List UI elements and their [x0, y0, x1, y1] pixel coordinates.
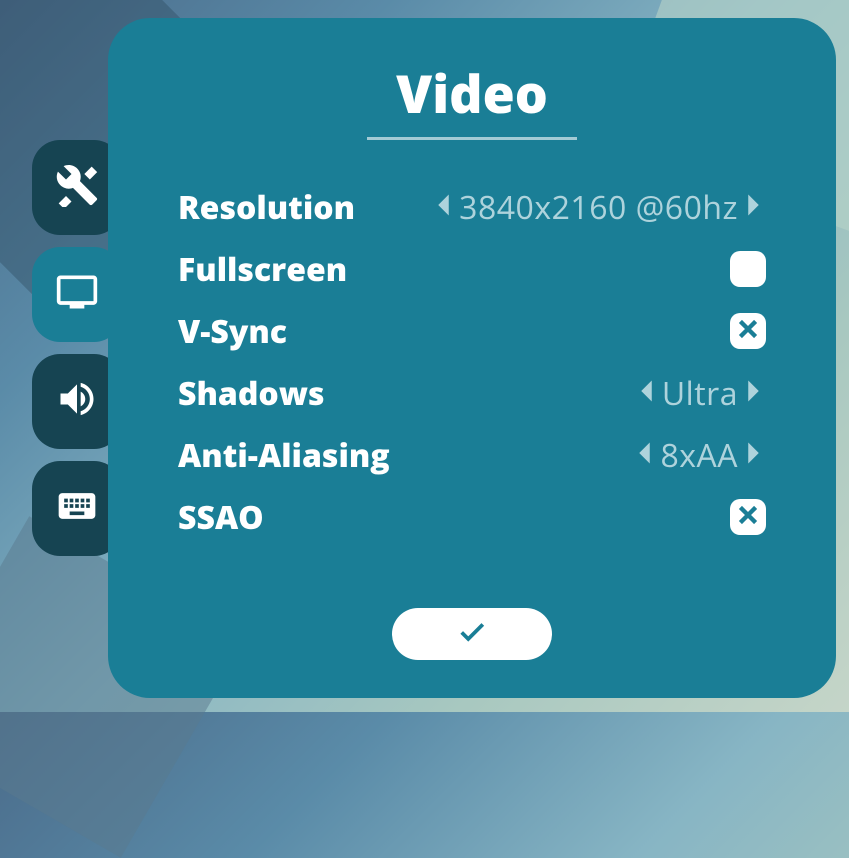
panel-title: Video — [396, 58, 548, 129]
check-x-icon — [735, 502, 761, 533]
setting-row-fullscreen: Fullscreen — [178, 246, 766, 292]
title-divider — [367, 137, 577, 140]
resolution-label: Resolution — [178, 186, 355, 229]
fullscreen-checkbox[interactable] — [730, 251, 766, 287]
check-icon — [457, 617, 487, 652]
video-settings-panel: Video Resolution 3840x2160 @60hz Fullscr… — [108, 18, 836, 698]
ssao-label: SSAO — [178, 496, 264, 539]
monitor-icon — [55, 270, 99, 319]
setting-row-antialiasing: Anti-Aliasing 8xAA — [178, 432, 766, 478]
antialiasing-value: 8xAA — [660, 434, 738, 477]
setting-row-shadows: Shadows Ultra — [178, 370, 766, 416]
ssao-checkbox[interactable] — [730, 499, 766, 535]
chevron-left-icon — [632, 439, 650, 472]
shadows-prev[interactable] — [634, 377, 652, 410]
setting-row-ssao: SSAO — [178, 494, 766, 540]
tools-icon — [55, 163, 99, 212]
chevron-left-icon — [634, 377, 652, 410]
settings-list: Resolution 3840x2160 @60hz Fullscreen V-… — [178, 184, 766, 540]
shadows-value: Ultra — [662, 372, 738, 415]
resolution-next[interactable] — [748, 191, 766, 224]
keyboard-icon — [55, 484, 99, 533]
resolution-value: 3840x2160 @60hz — [459, 186, 738, 229]
chevron-right-icon — [748, 377, 766, 410]
vsync-checkbox[interactable] — [730, 313, 766, 349]
fullscreen-label: Fullscreen — [178, 248, 347, 291]
antialiasing-next[interactable] — [748, 439, 766, 472]
chevron-right-icon — [748, 191, 766, 224]
setting-row-vsync: V-Sync — [178, 308, 766, 354]
confirm-button[interactable] — [392, 608, 552, 660]
antialiasing-prev[interactable] — [632, 439, 650, 472]
resolution-prev[interactable] — [431, 191, 449, 224]
chevron-left-icon — [431, 191, 449, 224]
setting-row-resolution: Resolution 3840x2160 @60hz — [178, 184, 766, 230]
shadows-label: Shadows — [178, 372, 324, 415]
check-x-icon — [735, 316, 761, 347]
vsync-label: V-Sync — [178, 310, 287, 353]
antialiasing-label: Anti-Aliasing — [178, 434, 390, 477]
speaker-icon — [55, 377, 99, 426]
shadows-next[interactable] — [748, 377, 766, 410]
chevron-right-icon — [748, 439, 766, 472]
